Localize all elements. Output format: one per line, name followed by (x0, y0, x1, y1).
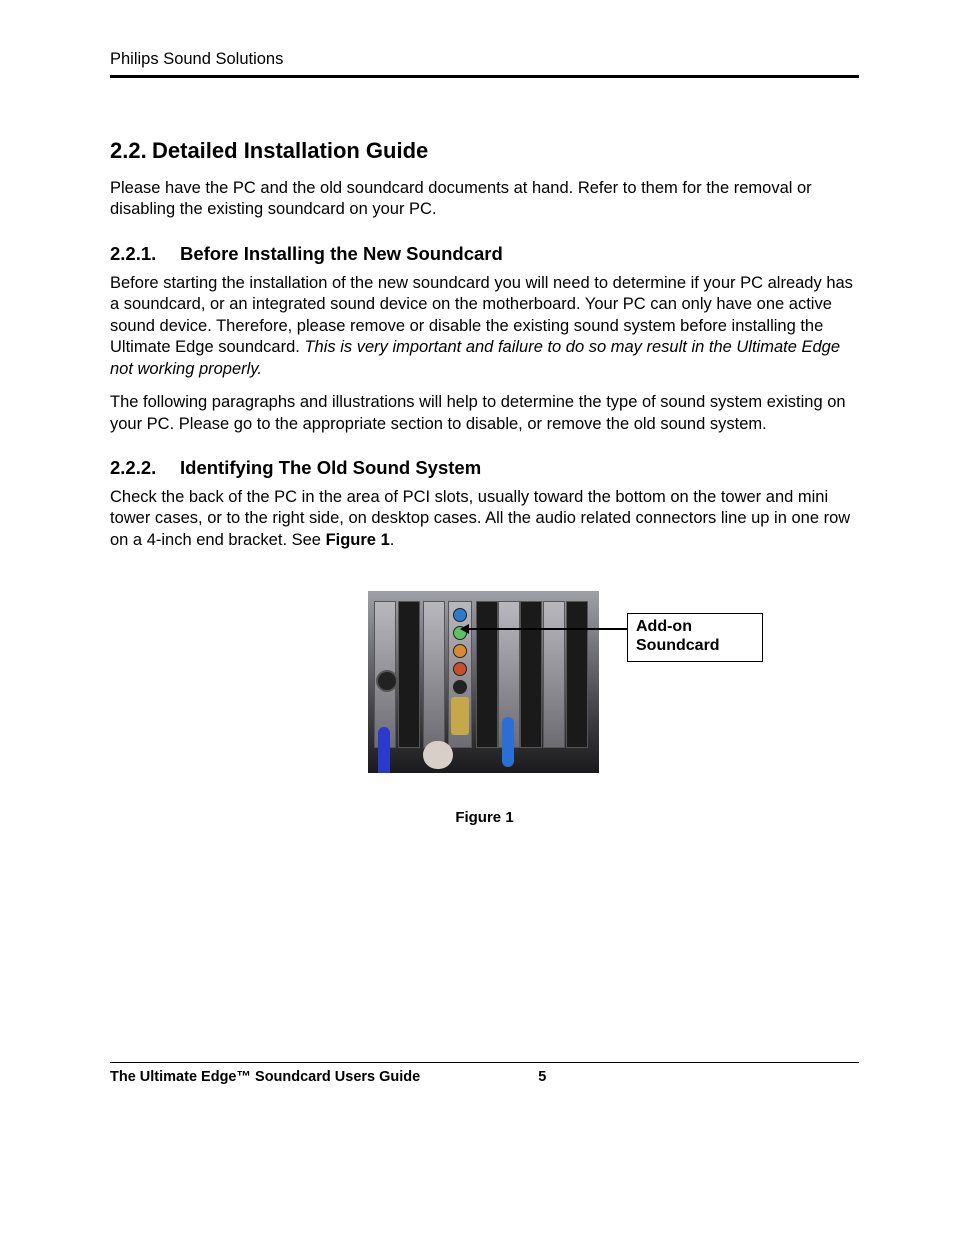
header-rule (110, 75, 859, 78)
heading-2-2: 2.2. Detailed Installation Guide (110, 138, 859, 164)
cable-icon (423, 741, 453, 769)
para-2-2-1-a: Before starting the installation of the … (110, 273, 859, 380)
audio-jack-icon (453, 644, 467, 658)
pci-slot (398, 601, 420, 748)
para-2-2-2-figref: Figure 1 (326, 531, 390, 549)
heading-2-2-2-title: Identifying The Old Sound System (180, 457, 481, 479)
heading-2-2-1: 2.2.1. Before Installing the New Soundca… (110, 243, 859, 265)
pci-slot (543, 601, 565, 748)
pci-slot (566, 601, 588, 748)
heading-2-2-1-number: 2.2.1. (110, 243, 180, 265)
pci-slot (423, 601, 445, 748)
page-footer: The Ultimate Edge™ Soundcard Users Guide… (110, 1062, 859, 1085)
para-2-2-intro: Please have the PC and the old soundcard… (110, 178, 859, 221)
para-2-2-2-a: Check the back of the PC in the area of … (110, 488, 850, 549)
audio-jack-icon (453, 680, 467, 694)
pci-slot (476, 601, 498, 748)
heading-2-2-2: 2.2.2. Identifying The Old Sound System (110, 457, 859, 479)
pci-slot (520, 601, 542, 748)
cable-icon (502, 717, 514, 767)
audio-jack-icon (453, 608, 467, 622)
heading-2-2-2-number: 2.2.2. (110, 457, 180, 479)
figure-1-image (368, 591, 599, 773)
pci-slot (374, 601, 396, 748)
header-company: Philips Sound Solutions (110, 50, 859, 69)
figure-callout: Add-on Soundcard (627, 613, 763, 662)
callout-arrow-head-icon (460, 624, 469, 634)
para-2-2-2: Check the back of the PC in the area of … (110, 487, 859, 551)
pci-slot (498, 601, 520, 748)
callout-arrow-line (463, 628, 628, 630)
port-icon (376, 670, 398, 692)
cable-icon (378, 727, 390, 773)
joystick-port-icon (451, 697, 469, 735)
footer-rule (110, 1062, 859, 1063)
heading-2-2-title: Detailed Installation Guide (152, 138, 428, 164)
heading-2-2-number: 2.2. (110, 138, 152, 164)
footer-page-number: 5 (538, 1069, 546, 1085)
footer-doc-title: The Ultimate Edge™ Soundcard Users Guide (110, 1069, 420, 1085)
heading-2-2-1-title: Before Installing the New Soundcard (180, 243, 503, 265)
para-2-2-1-b: The following paragraphs and illustratio… (110, 392, 859, 435)
figure-1-wrap: Add-on Soundcard (110, 591, 859, 801)
audio-jack-icon (453, 662, 467, 676)
figure-1-caption: Figure 1 (110, 809, 859, 826)
para-2-2-2-c: . (390, 531, 395, 549)
